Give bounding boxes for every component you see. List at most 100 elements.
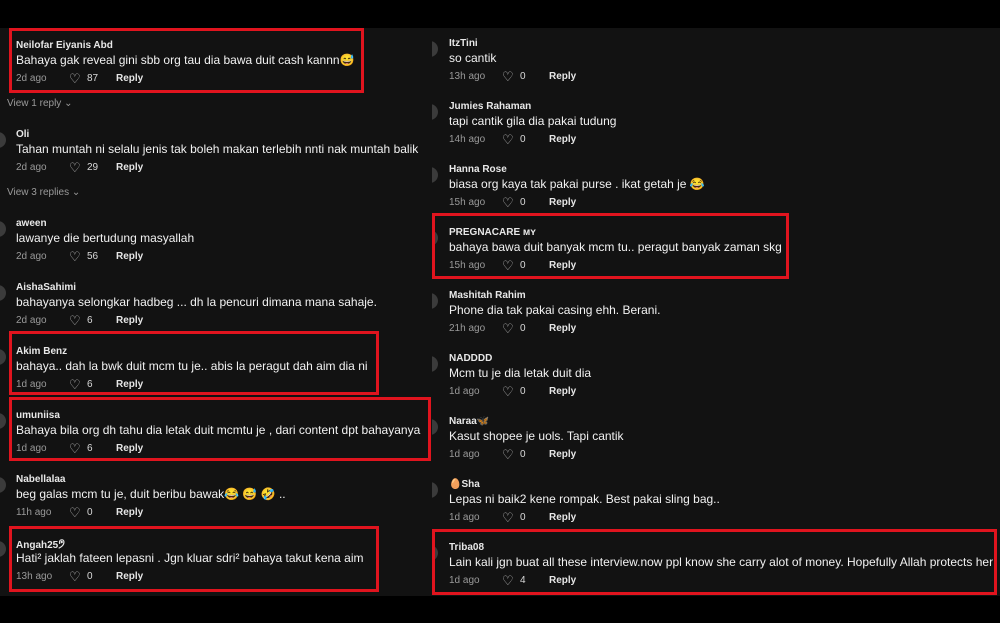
- comment-item: Hanna Rose biasa org kaya tak pakai purs…: [432, 154, 1000, 214]
- comment-time: 15h ago: [449, 260, 486, 271]
- view-replies-link[interactable]: View 3 replies ⌄: [7, 187, 80, 198]
- comment-username[interactable]: NADDDD: [449, 353, 492, 364]
- comment-item: Jumies Rahaman tapi cantik gila dia paka…: [432, 91, 1000, 151]
- avatar[interactable]: [432, 545, 438, 561]
- heart-outline-icon[interactable]: ♡: [502, 70, 514, 84]
- comment-item: AishaSahimi bahayanya selongkar hadbeg .…: [0, 272, 432, 332]
- comment-item: Neilofar Eiyanis Abd Bahaya gak reveal g…: [0, 30, 432, 90]
- comment-username[interactable]: umuniisa: [16, 410, 60, 421]
- avatar[interactable]: [0, 477, 6, 493]
- comment-username[interactable]: Neilofar Eiyanis Abd: [16, 40, 113, 51]
- reply-button[interactable]: Reply: [549, 386, 576, 397]
- reply-button[interactable]: Reply: [116, 251, 143, 262]
- avatar[interactable]: [432, 293, 438, 309]
- reply-button[interactable]: Reply: [116, 73, 143, 84]
- comment-username[interactable]: Hanna Rose: [449, 164, 507, 175]
- heart-outline-icon[interactable]: ♡: [69, 378, 81, 392]
- reply-button[interactable]: Reply: [549, 449, 576, 460]
- avatar[interactable]: [0, 349, 6, 365]
- heart-outline-icon[interactable]: ♡: [502, 448, 514, 462]
- heart-outline-icon[interactable]: ♡: [69, 314, 81, 328]
- avatar[interactable]: [432, 482, 438, 498]
- reply-button[interactable]: Reply: [549, 71, 576, 82]
- reply-button[interactable]: Reply: [116, 571, 143, 582]
- comment-username[interactable]: Oli: [16, 129, 29, 140]
- like-count: 4: [520, 575, 526, 586]
- comment-text: Lepas ni baik2 kene rompak. Best pakai s…: [449, 492, 720, 506]
- heart-outline-icon[interactable]: ♡: [69, 570, 81, 584]
- comment-username[interactable]: Jumies Rahaman: [449, 101, 531, 112]
- comment-item: NADDDD Mcm tu je dia letak duit dia 1d a…: [432, 343, 1000, 403]
- heart-outline-icon[interactable]: ♡: [69, 250, 81, 264]
- heart-outline-icon[interactable]: ♡: [502, 196, 514, 210]
- comment-text: Bahaya gak reveal gini sbb org tau dia b…: [16, 53, 355, 67]
- comment-time: 1d ago: [449, 386, 480, 397]
- heart-outline-icon[interactable]: ♡: [502, 259, 514, 273]
- comment-text: beg galas mcm tu je, duit beribu bawak😂 …: [16, 487, 286, 501]
- avatar[interactable]: [0, 413, 6, 429]
- comment-username[interactable]: AishaSahimi: [16, 282, 76, 293]
- like-count: 29: [87, 162, 99, 173]
- view-replies-link[interactable]: View 1 reply ⌄: [7, 98, 72, 109]
- heart-outline-icon[interactable]: ♡: [502, 385, 514, 399]
- heart-outline-icon[interactable]: ♡: [502, 133, 514, 147]
- comment-text: Hati² jaklah fateen lepasni . Jgn kluar …: [16, 551, 364, 565]
- reply-button[interactable]: Reply: [116, 443, 143, 454]
- avatar[interactable]: [0, 221, 6, 237]
- like-count: 0: [520, 134, 526, 145]
- reply-button[interactable]: Reply: [549, 197, 576, 208]
- heart-outline-icon[interactable]: ♡: [69, 72, 81, 86]
- comments-panel-left: Neilofar Eiyanis Abd Bahaya gak reveal g…: [0, 28, 432, 596]
- avatar[interactable]: [0, 132, 6, 148]
- comment-time: 15h ago: [449, 197, 486, 208]
- comment-username[interactable]: Nabellalaa: [16, 474, 65, 485]
- avatar[interactable]: [0, 541, 6, 557]
- like-count: 6: [87, 443, 93, 454]
- comment-text: bahaya.. dah la bwk duit mcm tu je.. abi…: [16, 359, 368, 373]
- reply-button[interactable]: Reply: [549, 260, 576, 271]
- comment-text: so cantik: [449, 51, 497, 65]
- comment-time: 1d ago: [16, 443, 47, 454]
- comment-username[interactable]: Triba08: [449, 542, 484, 553]
- comment-text: Mcm tu je dia letak duit dia: [449, 366, 592, 380]
- comment-username[interactable]: 🥚Sha: [449, 479, 480, 490]
- like-count: 0: [520, 197, 526, 208]
- comment-time: 14h ago: [449, 134, 486, 145]
- reply-button[interactable]: Reply: [549, 323, 576, 334]
- comment-item: umuniisa Bahaya bila org dh tahu dia let…: [0, 400, 432, 460]
- reply-button[interactable]: Reply: [116, 162, 143, 173]
- avatar[interactable]: [432, 230, 438, 246]
- comment-username[interactable]: Akim Benz: [16, 346, 67, 357]
- reply-button[interactable]: Reply: [116, 507, 143, 518]
- heart-outline-icon[interactable]: ♡: [502, 511, 514, 525]
- comment-text: tapi cantik gila dia pakai tudung: [449, 114, 617, 128]
- like-count: 87: [87, 73, 99, 84]
- comment-username[interactable]: Mashitah Rahim: [449, 290, 526, 301]
- comment-item: aween lawanye die bertudung masyallah 2d…: [0, 208, 432, 268]
- heart-outline-icon[interactable]: ♡: [69, 442, 81, 456]
- avatar[interactable]: [432, 356, 438, 372]
- reply-button[interactable]: Reply: [549, 575, 576, 586]
- heart-outline-icon[interactable]: ♡: [502, 322, 514, 336]
- reply-button[interactable]: Reply: [549, 134, 576, 145]
- comment-username[interactable]: Naraa🦋: [449, 416, 489, 427]
- comment-item: Triba08 Lain kali jgn buat all these int…: [432, 532, 1000, 592]
- avatar[interactable]: [0, 285, 6, 301]
- comment-text: Tahan muntah ni selalu jenis tak boleh m…: [16, 142, 419, 156]
- comment-username[interactable]: ItzTini: [449, 38, 478, 49]
- comment-username[interactable]: aween: [16, 218, 47, 229]
- avatar[interactable]: [432, 41, 438, 57]
- reply-button[interactable]: Reply: [116, 379, 143, 390]
- comment-text: biasa org kaya tak pakai purse . ikat ge…: [449, 177, 705, 191]
- avatar[interactable]: [432, 419, 438, 435]
- comment-username[interactable]: PREGNACARE ᴍʏ: [449, 227, 536, 238]
- heart-outline-icon[interactable]: ♡: [69, 506, 81, 520]
- heart-outline-icon[interactable]: ♡: [502, 574, 514, 588]
- reply-button[interactable]: Reply: [549, 512, 576, 523]
- heart-outline-icon[interactable]: ♡: [69, 161, 81, 175]
- comment-time: 13h ago: [16, 571, 53, 582]
- comment-item: ItzTini so cantik 13h ago ♡ 0 Reply: [432, 28, 1000, 88]
- avatar[interactable]: [432, 167, 438, 183]
- reply-button[interactable]: Reply: [116, 315, 143, 326]
- avatar[interactable]: [432, 104, 438, 120]
